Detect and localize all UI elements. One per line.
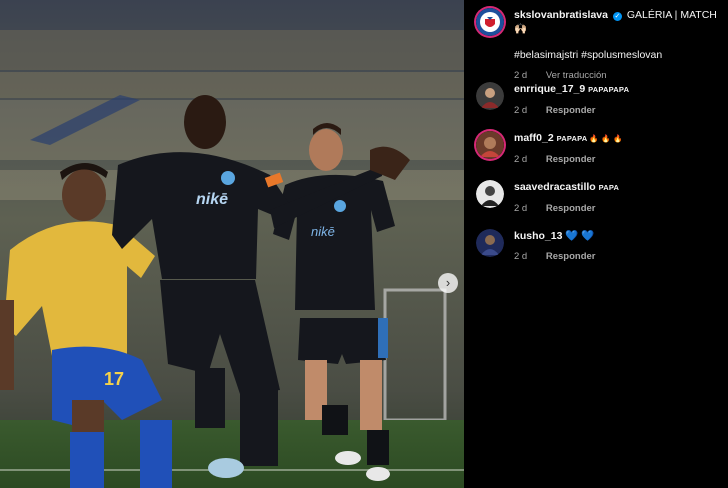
user-avatar-icon [476,131,504,159]
comment-age: 2 d [514,105,528,116]
comment-username[interactable]: kusho_13 [514,230,562,242]
club-crest-icon [476,8,504,36]
comment-text: PAPAPAPA [588,85,630,94]
next-image-button[interactable]: › [438,273,458,293]
comment-text: PAPA [598,183,620,192]
reply-button[interactable]: Responder [546,251,596,262]
comment-username[interactable]: enrrique_17_9 [514,83,585,95]
comment-age: 2 d [514,251,528,262]
comment-age: 2 d [514,203,528,214]
comments-panel: skslovanbratislava ✓ GALÉRIA | MATCH 🙌🏻 … [464,0,728,488]
commenter-avatar[interactable] [476,180,504,208]
comment-text: 💙 💙 [565,230,595,242]
user-avatar-icon [476,229,504,257]
jersey-number: 17 [104,369,124,389]
commenter-avatar[interactable] [476,229,504,257]
verified-icon: ✓ [612,12,622,21]
comment-text: PAPAPA 🔥 🔥 🔥 [556,134,623,143]
comment-username[interactable]: maff0_2 [514,132,554,144]
commenter-avatar[interactable] [476,131,504,159]
reply-button[interactable]: Responder [546,105,596,116]
caption-hashtags[interactable]: #belasimajstri #spolusmeslovan [514,48,720,62]
author-username[interactable]: skslovanbratislava [514,9,608,21]
caption-age: 2 d [514,70,528,81]
user-avatar-icon [476,82,504,110]
comment-username[interactable]: saavedracastillo [514,181,596,193]
commenter-avatar[interactable] [476,82,504,110]
match-photo: nikē 17 nikē [0,0,464,488]
reply-button[interactable]: Responder [546,154,596,165]
post-photo: nikē 17 nikē › [0,0,464,488]
translate-link[interactable]: Ver traducción [546,70,607,81]
comment-age: 2 d [514,154,528,165]
reply-button[interactable]: Responder [546,203,596,214]
author-avatar[interactable] [476,8,504,36]
sponsor-text-back: nikē [311,224,335,239]
sponsor-text: nikē [196,191,228,208]
user-avatar-icon [476,180,504,208]
